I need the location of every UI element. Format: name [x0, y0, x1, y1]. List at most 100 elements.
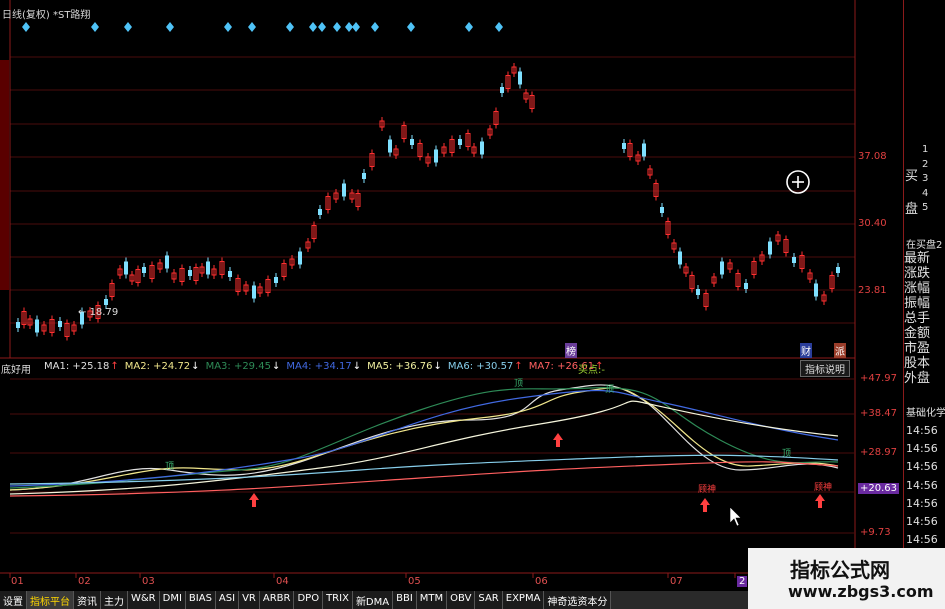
quote-row: 总手 — [904, 311, 931, 326]
ind-y-label-5: +9.73 — [860, 527, 891, 538]
signal-label-top-3: 顶 — [605, 385, 615, 395]
date-label-2: 02 — [78, 576, 91, 587]
chart-canvas[interactable] — [0, 0, 945, 609]
tab-8[interactable]: ASI — [215, 591, 240, 609]
ma-arrow-1: ↑ — [110, 361, 119, 372]
tab-18[interactable]: EXPMA — [502, 591, 545, 609]
quote-row: 外盘 — [904, 371, 931, 386]
ma-label-4: MA4: +34.17 — [286, 361, 352, 372]
tab-10[interactable]: ARBR — [259, 591, 295, 609]
candlesticks — [16, 63, 840, 341]
price-y-label-3: 23.81 — [858, 285, 887, 296]
ma-line-2 — [9, 387, 839, 491]
tab-1[interactable]: 设置 — [0, 591, 27, 609]
marker-pai[interactable]: 派 — [834, 343, 846, 358]
ma-arrow-2: ↓ — [191, 361, 200, 372]
ma-label-3: MA3: +29.45 — [205, 361, 271, 372]
quote-row: 市盈 — [904, 341, 931, 356]
order-num: 5 — [922, 202, 929, 213]
candle-body — [792, 257, 796, 263]
tab-3[interactable]: 资讯 — [74, 591, 101, 609]
signal-diamond-icon — [309, 22, 317, 32]
signal-diamond-icon — [166, 22, 174, 32]
tab-14[interactable]: BBI — [393, 591, 417, 609]
tab-19[interactable]: 神奇选资本分 — [544, 591, 612, 609]
signal-diamond-icon — [124, 22, 132, 32]
indicator-help-button[interactable]: 指标说明 — [800, 360, 850, 377]
candle-body — [410, 139, 414, 145]
price-y-label-1: 37.08 — [858, 151, 887, 162]
signal-diamond-icon — [407, 22, 415, 32]
candle-body — [274, 277, 278, 283]
candle-body — [318, 209, 322, 215]
marker-bang[interactable]: 榜 — [565, 343, 577, 358]
candle-body — [206, 261, 210, 275]
quote-rows: 最新 涨跌 涨幅 振幅 总手 金额 市盈 股本 外盘 — [904, 251, 945, 386]
buy-point-text: 买点: — [578, 365, 602, 376]
candle-body — [642, 143, 646, 157]
ma-label-2: MA2: +24.72 — [124, 361, 191, 372]
date-label-5: 05 — [408, 576, 421, 587]
buy-arrow-icon — [815, 494, 825, 508]
left-strip — [0, 60, 9, 290]
signal-label-top-4: 顶 — [782, 449, 792, 459]
tab-13[interactable]: 新DMA — [352, 591, 394, 609]
tab-2[interactable]: 指标平台 — [27, 591, 74, 609]
signal-diamond-icon — [22, 22, 30, 32]
tick-times: 14:56 14:56 14:56 14:56 14:56 14:56 14:5… — [906, 422, 938, 549]
tab-6[interactable]: DMI — [159, 591, 186, 609]
buy-point-label: 买点:- — [578, 361, 605, 376]
candle-body — [58, 321, 62, 327]
ind-y-label-3: +28.97 — [860, 447, 898, 458]
signal-diamond-icon — [248, 22, 256, 32]
mouse-pointer-icon — [729, 506, 742, 527]
tab-11[interactable]: DPO — [294, 591, 324, 609]
tick-time: 14:56 — [906, 442, 938, 456]
ma-line-1 — [9, 384, 839, 491]
order-num: 3 — [922, 173, 929, 184]
date-label-6: 06 — [535, 576, 548, 587]
tab-4[interactable]: 主力 — [101, 591, 128, 609]
order-num: 4 — [922, 187, 929, 199]
watermark-url: www.zbgs3.com — [788, 582, 934, 601]
tab-7[interactable]: BIAS — [185, 591, 216, 609]
date-ticks — [9, 573, 736, 578]
candle-body — [104, 299, 108, 305]
candle-body — [298, 251, 302, 265]
candle-body — [768, 241, 772, 255]
tab-17[interactable]: SAR — [475, 591, 503, 609]
candle-body — [388, 139, 392, 153]
candle-body — [16, 322, 20, 328]
tab-16[interactable]: OBV — [447, 591, 476, 609]
signal-diamond-icon — [318, 22, 326, 32]
crosshair-cursor-icon — [786, 170, 810, 194]
low-price-label: ← 18.79 — [78, 307, 119, 318]
price-grid — [10, 56, 855, 324]
candle-body — [434, 149, 438, 163]
signal-label-top-2: 顶 — [514, 379, 524, 389]
tab-12[interactable]: TRIX — [323, 591, 353, 609]
tab-9[interactable]: VR — [239, 591, 260, 609]
signal-diamond-icon — [495, 22, 503, 32]
date-label-7: 07 — [670, 576, 683, 587]
buy-point-value: - — [601, 365, 605, 376]
candle-body — [124, 261, 128, 275]
candle-body — [458, 139, 462, 145]
candle-body — [188, 270, 192, 276]
order-numbers: 1 2 3 4 5 — [922, 143, 928, 216]
candle-body — [744, 283, 748, 289]
candle-body — [142, 267, 146, 273]
ind-y-current: +20.63 — [858, 483, 900, 494]
candle-body — [362, 173, 366, 179]
ind-y-label-1: +47.97 — [860, 373, 898, 384]
tab-5[interactable]: W&R — [128, 591, 160, 609]
tab-15[interactable]: MTM — [416, 591, 448, 609]
low-price-value: 18.79 — [89, 307, 119, 318]
signal-diamond-icon — [333, 22, 341, 32]
ma-arrow-3: ↓ — [271, 361, 281, 372]
date-label-4: 04 — [276, 576, 289, 587]
ma-line-4 — [9, 389, 839, 487]
tick-time: 14:56 — [906, 460, 938, 474]
marker-cai[interactable]: 财 — [800, 343, 812, 358]
indicator-name[interactable]: 底好用 — [1, 361, 31, 376]
